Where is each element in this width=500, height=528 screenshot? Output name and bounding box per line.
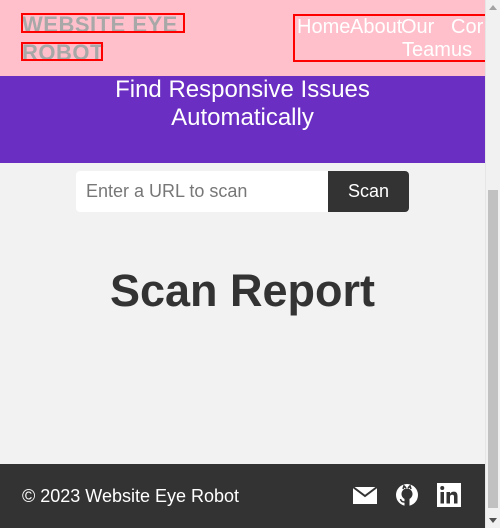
scan-button[interactable]: Scan <box>328 171 409 212</box>
url-input[interactable] <box>76 171 328 212</box>
email-icon[interactable] <box>352 481 380 509</box>
scroll-thumb[interactable] <box>488 190 498 508</box>
report-title: Scan Report <box>109 265 376 316</box>
site-header: WEBSITE EYE ROBOT Home About Our Team Co… <box>0 0 487 76</box>
nav-link-home[interactable]: Home <box>297 16 350 38</box>
vertical-scrollbar[interactable] <box>485 0 500 528</box>
nav-link-team[interactable]: Team <box>402 39 451 60</box>
nav-link-our[interactable]: Our <box>401 16 434 38</box>
scroll-up-arrow-icon[interactable] <box>489 5 497 10</box>
nav-link-contact[interactable]: Cor <box>451 16 483 38</box>
page: WEBSITE EYE ROBOT Home About Our Team Co… <box>0 0 487 528</box>
github-icon[interactable] <box>394 481 422 509</box>
site-logo[interactable]: WEBSITE EYE ROBOT <box>22 11 187 67</box>
hero-line-2: Automatically <box>171 104 314 131</box>
site-footer: © 2023 Website Eye Robot <box>0 464 485 528</box>
scroll-down-arrow-icon[interactable] <box>489 518 497 523</box>
copyright-text: © 2023 Website Eye Robot <box>22 486 240 506</box>
logo-line-1: WEBSITE EYE <box>22 12 178 37</box>
linkedin-icon[interactable] <box>436 481 464 509</box>
nav-link-about[interactable]: About <box>350 16 402 38</box>
scan-form: Scan <box>76 171 409 212</box>
main-nav: Home About Our Team Cor us <box>293 14 487 62</box>
hero-line-1: Find Responsive Issues <box>115 76 370 103</box>
nav-link-contact-us[interactable]: us <box>451 39 472 60</box>
logo-line-2: ROBOT <box>22 40 104 65</box>
hero-banner: Find Responsive Issues Automatically <box>0 76 485 163</box>
